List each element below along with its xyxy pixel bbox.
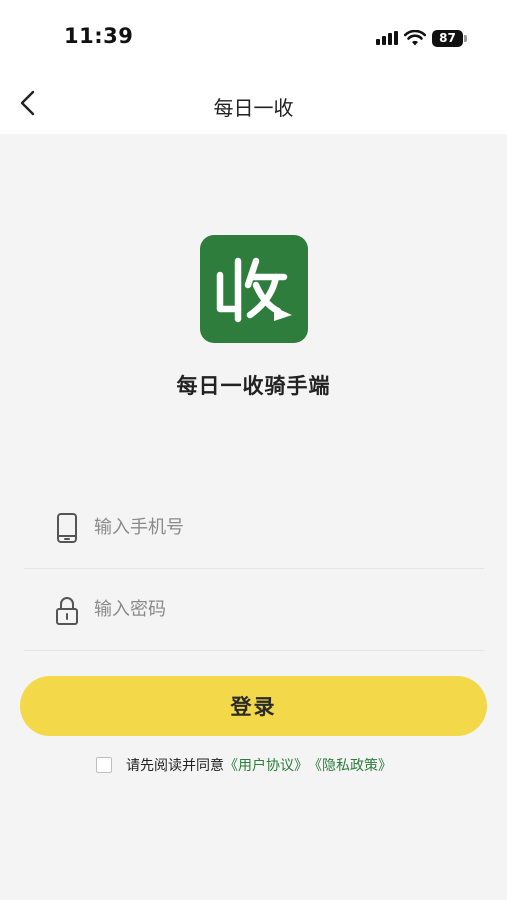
status-icons: 87 [376,28,467,48]
agreement-text: 请先阅读并同意 [126,758,224,774]
signal-icon [376,31,398,45]
app-name: 每日一收骑手端 [176,374,331,398]
phone-icon [57,513,77,543]
agree-checkbox[interactable] [96,757,112,773]
status-time: 11:39 [64,24,134,48]
password-input[interactable] [92,590,456,628]
page-title: 每日一收 [213,96,294,120]
app-logo [200,235,308,343]
privacy-policy-link[interactable]: 《隐私政策》 [308,755,392,775]
nav-bar: 每日一收 [0,72,507,134]
lock-icon [56,597,78,625]
battery-icon: 87 [432,29,467,47]
logo-icon [216,257,292,323]
agreement: 请先阅读并同意 《用户协议》 《隐私政策》 [96,754,392,776]
wifi-icon [404,30,426,46]
password-field [24,570,484,651]
phone-input[interactable] [92,508,456,546]
login-button[interactable]: 登录 [20,676,487,736]
battery-level: 87 [432,29,463,47]
user-agreement-link[interactable]: 《用户协议》 [224,755,308,775]
phone-field [24,488,484,569]
status-bar: 11:39 87 [0,0,507,72]
